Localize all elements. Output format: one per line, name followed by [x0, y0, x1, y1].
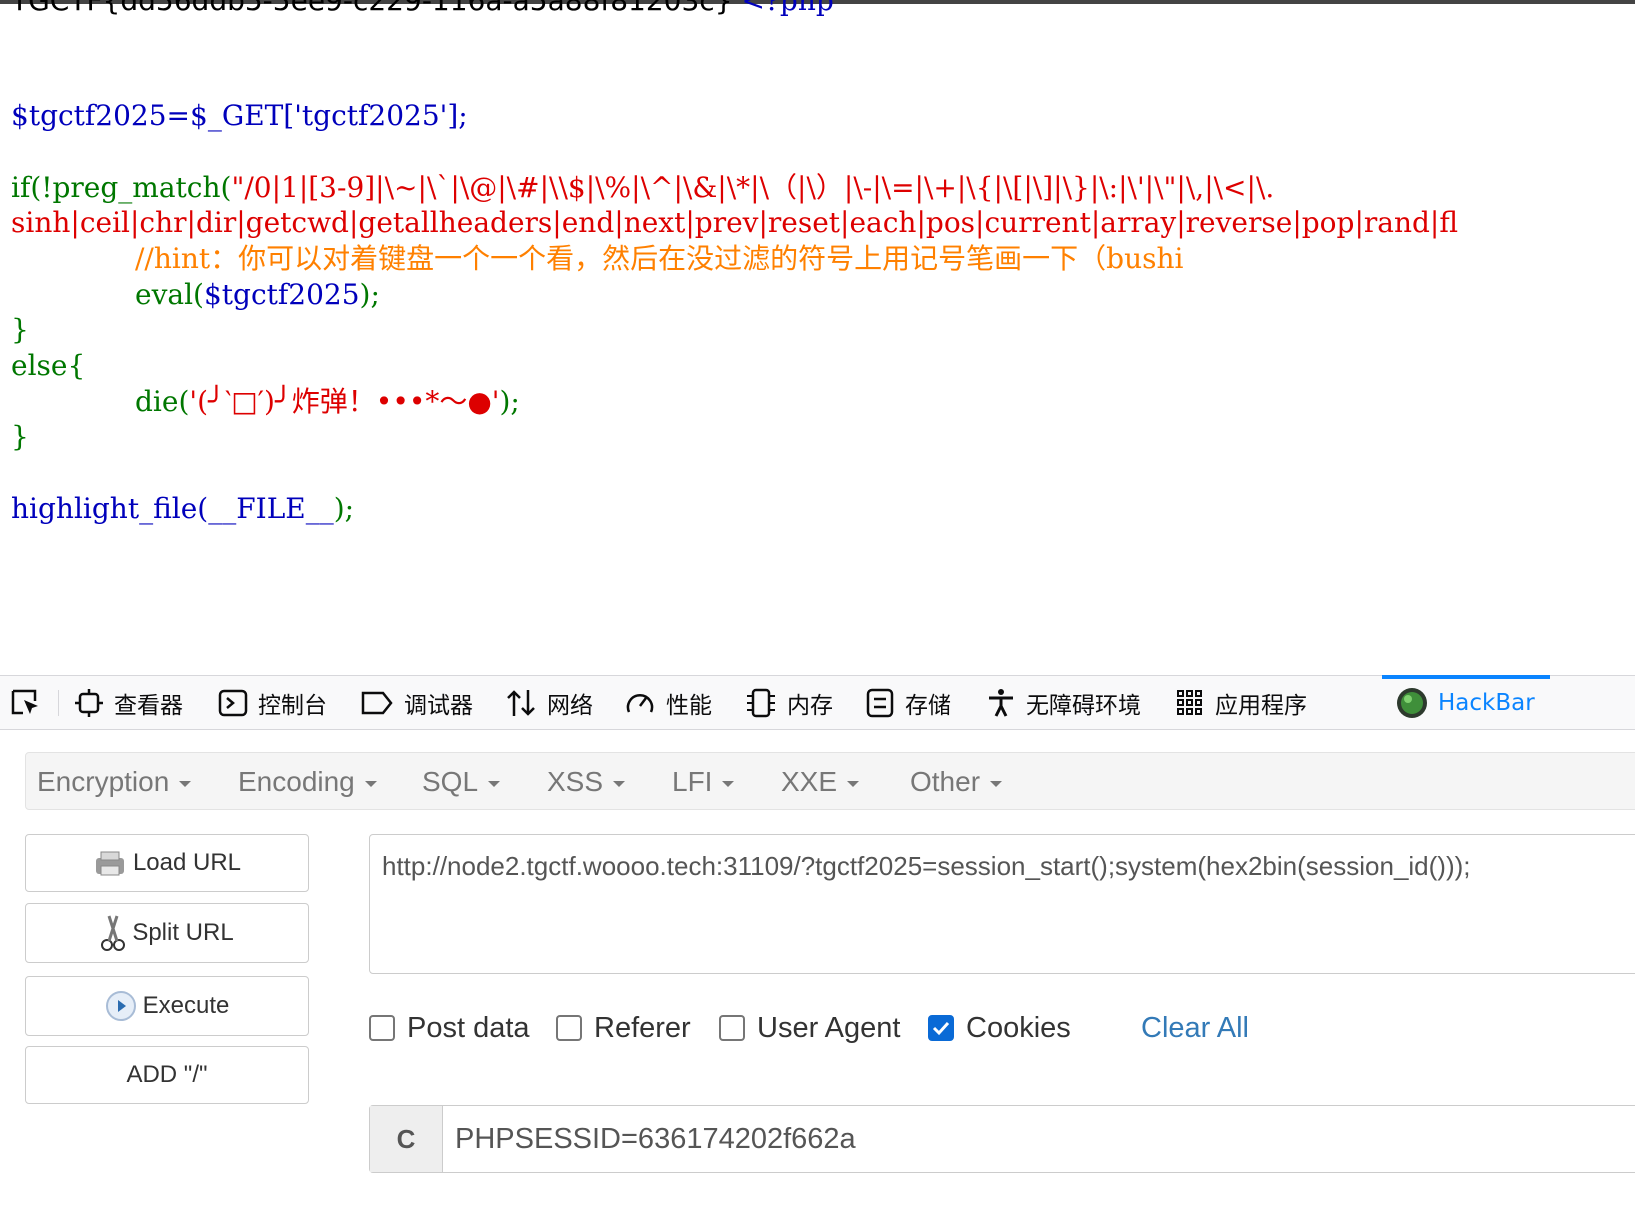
load-url-button[interactable]: Load URL: [25, 834, 309, 892]
code-line-close-brace-2: }: [11, 420, 29, 453]
tab-label: 无障碍环境: [1026, 693, 1141, 719]
element-picker-button[interactable]: [10, 676, 52, 730]
inspector-icon: [75, 689, 103, 717]
referer-checkbox[interactable]: [556, 1015, 582, 1041]
debugger-icon: [361, 691, 393, 715]
tab-inspector[interactable]: 查看器: [74, 676, 183, 730]
tab-memory[interactable]: 内存: [745, 676, 833, 730]
code-line-close-brace: }: [11, 313, 29, 346]
caret-down-icon: [847, 781, 860, 787]
user-agent-option[interactable]: User Agent: [719, 1008, 900, 1048]
cookie-input-group: C PHPSESSID=636174202f662a: [369, 1105, 1635, 1173]
code-line-if: if(!preg_match("/0|1|[3-9]|\~|\`|\@|\#|\…: [11, 171, 1275, 204]
devtools-toolbar: 查看器 控制台 调试器 网络 性能 内存 存储 无障碍环境 应用程序 HackB…: [0, 675, 1635, 730]
tab-label: 查看器: [114, 693, 183, 719]
scissors-icon: [101, 915, 126, 951]
post-data-option[interactable]: Post data: [369, 1008, 530, 1048]
tab-hackbar[interactable]: HackBar: [1396, 676, 1535, 730]
caret-down-icon: [488, 781, 501, 787]
tab-debugger[interactable]: 调试器: [360, 676, 473, 730]
performance-icon: [626, 694, 654, 713]
code-line-assign: $tgctf2025=$_GET['tgctf2025'];: [11, 99, 468, 132]
menu-encoding[interactable]: Encoding: [238, 753, 377, 811]
menu-xxe[interactable]: XXE: [781, 753, 860, 811]
memory-icon: [747, 688, 775, 718]
caret-down-icon: [179, 781, 192, 787]
storage-icon: [866, 688, 894, 718]
tab-label: 性能: [666, 693, 712, 719]
tab-label: 应用程序: [1215, 693, 1307, 719]
code-line-regex-continued: sinh|ceil|chr|dir|getcwd|getallheaders|e…: [11, 206, 1459, 239]
tab-label: 网络: [547, 693, 593, 719]
menu-lfi[interactable]: LFI: [672, 753, 735, 811]
network-icon: [507, 690, 535, 716]
add-slash-button[interactable]: ADD "/": [25, 1046, 309, 1104]
url-textarea[interactable]: http://node2.tgctf.woooo.tech:31109/?tgc…: [369, 834, 1635, 974]
caret-down-icon: [364, 781, 377, 787]
split-url-button[interactable]: Split URL: [25, 903, 309, 963]
post-data-checkbox[interactable]: [369, 1015, 395, 1041]
menu-encryption[interactable]: Encryption: [37, 753, 192, 811]
referer-option[interactable]: Referer: [556, 1008, 691, 1048]
tab-label: 控制台: [258, 693, 327, 719]
element-picker-icon: [11, 689, 38, 715]
menu-xss[interactable]: XSS: [547, 753, 626, 811]
flag-text: TGCTF{dd56ddb5-5ee9-c229-116a-a5a88f8120…: [11, 0, 733, 17]
load-url-icon: [95, 851, 124, 876]
caret-down-icon: [722, 781, 735, 787]
cookies-checkbox[interactable]: [928, 1015, 954, 1041]
hackbar-icon: [1397, 688, 1427, 718]
application-icon: [1177, 690, 1202, 715]
tab-label: HackBar: [1438, 690, 1535, 716]
tab-label: 调试器: [404, 693, 473, 719]
tab-storage[interactable]: 存储: [865, 676, 951, 730]
tab-performance[interactable]: 性能: [624, 676, 712, 730]
cookie-input[interactable]: PHPSESSID=636174202f662a: [443, 1106, 1635, 1172]
execute-button[interactable]: Execute: [25, 976, 309, 1036]
caret-down-icon: [990, 781, 1003, 787]
toolbar-separator: [58, 690, 59, 716]
tab-application[interactable]: 应用程序: [1175, 676, 1307, 730]
cookies-option[interactable]: Cookies: [928, 1008, 1071, 1048]
flag-line: TGCTF{dd56ddb5-5ee9-c229-116a-a5a88f8120…: [11, 0, 834, 17]
caret-down-icon: [613, 781, 626, 787]
tab-console[interactable]: 控制台: [218, 676, 327, 730]
tab-accessibility[interactable]: 无障碍环境: [986, 676, 1141, 730]
cookie-addon-label: C: [370, 1106, 443, 1172]
code-line-hint-comment: //hint：你可以对着键盘一个一个看，然后在没过滤的符号上用记号笔画一下（bu…: [135, 242, 1184, 275]
clear-all-link[interactable]: Clear All: [1141, 1008, 1249, 1048]
php-source-view: TGCTF{dd56ddb5-5ee9-c229-116a-a5a88f8120…: [0, 0, 1635, 675]
menu-other[interactable]: Other: [910, 753, 1003, 811]
checkmark-icon: [932, 1021, 950, 1036]
console-icon: [218, 689, 248, 717]
url-value: http://node2.tgctf.woooo.tech:31109/?tgc…: [382, 851, 1471, 881]
code-line-die: die('(╯‵□′)╯炸弹！•••*～●');: [135, 385, 520, 418]
code-line-highlight: highlight_file(__FILE__);: [11, 492, 355, 525]
php-open-tag: <?php: [741, 0, 834, 17]
accessibility-icon: [989, 689, 1013, 717]
hackbar-menubar: Encryption Encoding SQL XSS LFI XXE Othe…: [25, 752, 1635, 810]
tab-label: 存储: [905, 693, 951, 719]
code-line-else: else{: [11, 349, 86, 382]
code-line-eval: eval($tgctf2025);: [135, 278, 380, 311]
play-icon: [105, 991, 136, 1021]
tab-network[interactable]: 网络: [505, 676, 593, 730]
menu-sql[interactable]: SQL: [422, 753, 501, 811]
tab-label: 内存: [787, 693, 833, 719]
user-agent-checkbox[interactable]: [719, 1015, 745, 1041]
